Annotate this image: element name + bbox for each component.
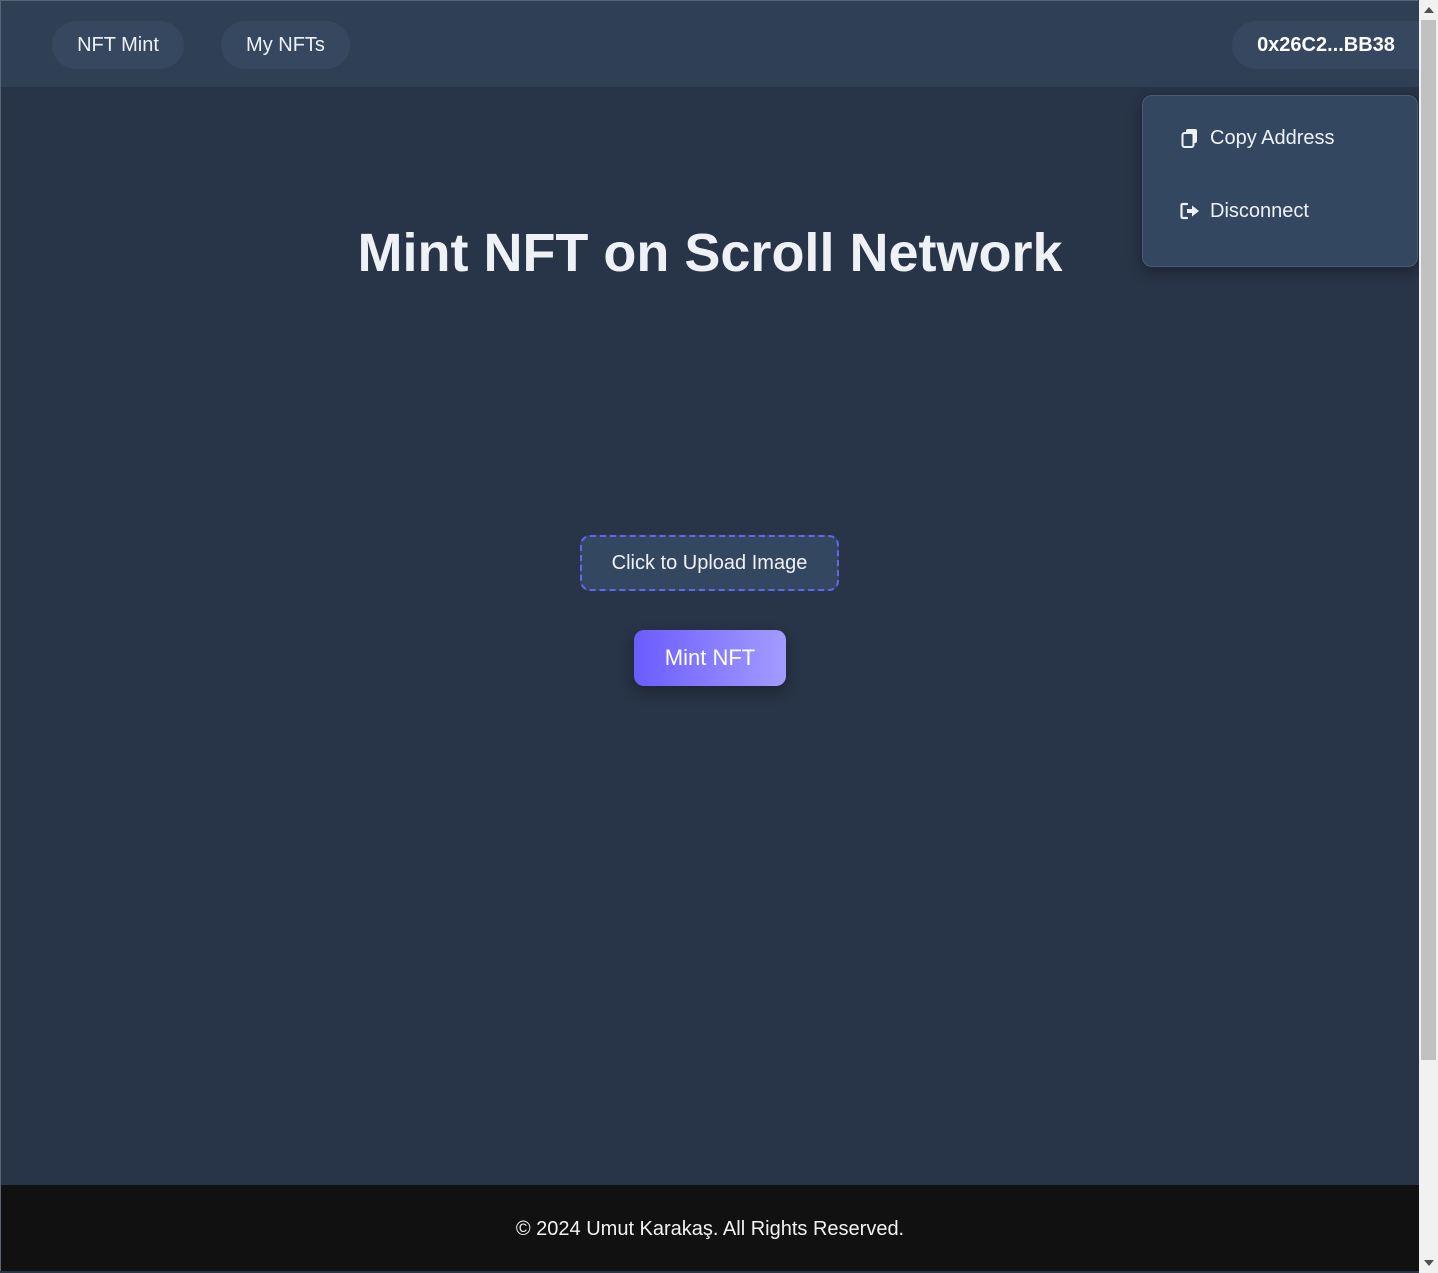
nav-my-nfts-button[interactable]: My NFTs bbox=[221, 21, 350, 69]
disconnect-label: Disconnect bbox=[1210, 199, 1309, 222]
upload-image-button[interactable]: Click to Upload Image bbox=[580, 535, 839, 591]
nav-nft-mint-button[interactable]: NFT Mint bbox=[52, 21, 184, 69]
copy-address-label: Copy Address bbox=[1210, 126, 1335, 149]
scroll-down-icon[interactable] bbox=[1424, 1260, 1434, 1266]
footer: © 2024 Umut Karakaş. All Rights Reserved… bbox=[1, 1185, 1419, 1271]
copy-icon bbox=[1181, 129, 1197, 148]
copy-address-menu-item[interactable]: Copy Address bbox=[1179, 120, 1335, 156]
vertical-scrollbar[interactable] bbox=[1419, 0, 1438, 1273]
page-title: Mint NFT on Scroll Network bbox=[357, 223, 1063, 283]
sign-out-icon bbox=[1180, 202, 1199, 220]
footer-copyright: © 2024 Umut Karakaş. All Rights Reserved… bbox=[515, 1218, 905, 1240]
navbar: NFT Mint My NFTs 0x26C2...BB38 bbox=[1, 1, 1420, 87]
wallet-address-button[interactable]: 0x26C2...BB38 bbox=[1232, 21, 1420, 69]
scrollbar-thumb[interactable] bbox=[1421, 20, 1436, 1060]
mint-nft-button[interactable]: Mint NFT bbox=[634, 630, 786, 686]
scroll-up-icon[interactable] bbox=[1424, 7, 1434, 13]
